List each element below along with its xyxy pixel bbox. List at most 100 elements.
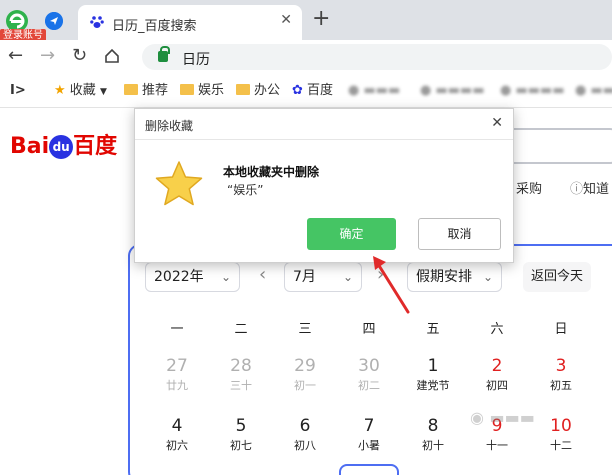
chevron-down-icon: ⌄ (482, 270, 493, 284)
tab-close-icon[interactable]: ✕ (280, 12, 292, 28)
folder-icon (124, 84, 138, 95)
weekday-label: 四 (362, 322, 376, 337)
lunar-label: 十二 (550, 439, 572, 452)
bookmarks-bar: I> ★ 收藏 ▼ 推荐 娱乐 办公 ✿ 百度 ● ▬▬▬ ● ▬▬▬▬ ● ▬… (0, 74, 612, 108)
logo-baidu-text: 百度 (73, 134, 118, 159)
star-icon: ★ (54, 83, 66, 98)
calendar-day[interactable]: 29 初一 (280, 356, 330, 394)
forward-arrow-icon[interactable]: → (40, 46, 55, 66)
question-icon: ⓘ (570, 182, 584, 197)
bookmark-blurred-3[interactable]: ● ▬▬▬▬ (500, 82, 565, 100)
baidu-logo[interactable]: Bai du 百度 (10, 128, 117, 160)
delete-bookmark-dialog: 删除收藏 ✕ 本地收藏夹中删除 “娱乐” 确定 取消 (134, 108, 514, 263)
star-icon (155, 161, 203, 206)
lock-icon (158, 46, 170, 62)
bookmark-favorites[interactable]: ★ 收藏 ▼ (54, 82, 107, 100)
day-number: 10 (550, 416, 572, 436)
calendar-day[interactable]: 2 初四 (472, 356, 522, 394)
day-number: 7 (363, 416, 375, 436)
lunar-label: 三十 (230, 379, 252, 392)
calendar-day[interactable]: 1 建党节 (408, 356, 458, 394)
dialog-divider (135, 139, 513, 140)
lunar-label: 初八 (294, 439, 316, 452)
address-bar[interactable]: 日历 (142, 44, 612, 70)
back-to-today-button[interactable]: 返回今天 (523, 262, 591, 292)
calendar-day[interactable]: 27 廿九 (152, 356, 202, 394)
bookmark-blurred-2[interactable]: ● ▬▬▬▬ (420, 82, 485, 100)
watermark-logo: ◉ ▬▬▬ (470, 408, 535, 427)
navigation-icon[interactable] (45, 12, 63, 30)
prev-month-icon[interactable]: ‹ (259, 264, 266, 285)
holiday-select[interactable]: 假期安排 ⌄ (407, 262, 502, 292)
folder-icon (180, 84, 194, 95)
lunar-label: 初十 (422, 439, 444, 452)
link-zhidao[interactable]: ⓘ知道 (570, 178, 609, 197)
calendar-day[interactable]: 3 初五 (536, 356, 586, 394)
reload-icon[interactable]: ↻ (72, 46, 87, 66)
chevron-down-icon: ⌄ (220, 270, 231, 284)
cancel-button[interactable]: 取消 (418, 218, 501, 250)
day-number: 4 (171, 416, 183, 436)
weekday-label: 一 (170, 322, 184, 337)
day-number: 28 (230, 356, 252, 376)
address-text: 日历 (182, 52, 210, 68)
baidu-paw-icon: ✿ (292, 83, 303, 98)
calendar-day[interactable]: 7 小暑 (344, 416, 394, 454)
calendar-day[interactable]: 6 初八 (280, 416, 330, 454)
bookmark-baidu[interactable]: ✿ 百度 (292, 82, 333, 100)
dialog-message: 本地收藏夹中删除 (223, 165, 320, 179)
lunar-label: 十一 (486, 439, 508, 452)
folder-icon (236, 84, 250, 95)
dialog-bookmark-name: “娱乐” (227, 183, 264, 197)
calendar-day[interactable]: 28 三十 (216, 356, 266, 394)
confirm-button[interactable]: 确定 (307, 218, 396, 250)
bookmark-blurred-1[interactable]: ● ▬▬▬ (348, 82, 400, 100)
month-select[interactable]: 7月 ⌄ (284, 262, 362, 292)
year-select[interactable]: 2022年 ⌄ (145, 262, 240, 292)
tab-title: 日历_百度搜索 (112, 19, 197, 34)
baidu-paw-icon (90, 16, 104, 28)
day-number: 27 (166, 356, 188, 376)
logo-bai-text: Bai (10, 134, 50, 159)
calendar-day[interactable]: 4 初六 (152, 416, 202, 454)
lunar-label: 初七 (230, 439, 252, 452)
annotation-arrow-icon (373, 256, 410, 314)
bookmark-folder-yule[interactable]: 娱乐 (180, 82, 224, 100)
calendar-day[interactable]: 8 初十 (408, 416, 458, 454)
day-number: 6 (299, 416, 311, 436)
new-tab-button[interactable]: + (312, 8, 330, 30)
day-number: 3 (555, 356, 567, 376)
today-highlight[interactable] (339, 464, 399, 475)
calendar-day[interactable]: 5 初七 (216, 416, 266, 454)
lunar-label: 初四 (486, 379, 508, 392)
dropdown-arrow-icon: ▼ (99, 87, 107, 97)
tab-strip: 登录账号 日历_百度搜索 ✕ + (0, 0, 612, 43)
calendar-day[interactable]: 30 初二 (344, 356, 394, 394)
sidebar-toggle-icon[interactable]: I> (10, 82, 26, 100)
tab-baidu-calendar[interactable]: 日历_百度搜索 ✕ (78, 5, 302, 40)
weekday-label: 五 (426, 322, 440, 337)
weekday-label: 三 (298, 322, 312, 337)
bookmark-folder-tuijian[interactable]: 推荐 (124, 82, 168, 100)
home-icon[interactable] (104, 48, 120, 64)
day-number: 5 (235, 416, 247, 436)
back-arrow-icon[interactable]: ← (8, 46, 23, 66)
dialog-title: 删除收藏 (145, 119, 194, 133)
navigation-bar: ← → ↻ 日历 (0, 40, 612, 74)
lunar-label: 廿九 (166, 379, 188, 392)
lunar-label: 建党节 (416, 379, 450, 392)
weekday-label: 六 (490, 322, 504, 337)
search-input[interactable] (510, 128, 612, 164)
weekday-label: 二 (234, 322, 248, 337)
lunar-label: 初六 (166, 439, 188, 452)
day-number: 2 (491, 356, 503, 376)
dialog-close-icon[interactable]: ✕ (491, 115, 503, 131)
calendar-day[interactable]: 10 十二 (536, 416, 586, 454)
bookmark-blurred-4[interactable]: ● ▬▬ (575, 82, 612, 100)
day-number: 30 (358, 356, 380, 376)
chevron-down-icon: ⌄ (342, 270, 353, 284)
weekday-label: 日 (554, 322, 568, 337)
link-caigou[interactable]: 采购 (516, 178, 542, 197)
bookmark-folder-bangong[interactable]: 办公 (236, 82, 280, 100)
lunar-label: 初二 (358, 379, 380, 392)
